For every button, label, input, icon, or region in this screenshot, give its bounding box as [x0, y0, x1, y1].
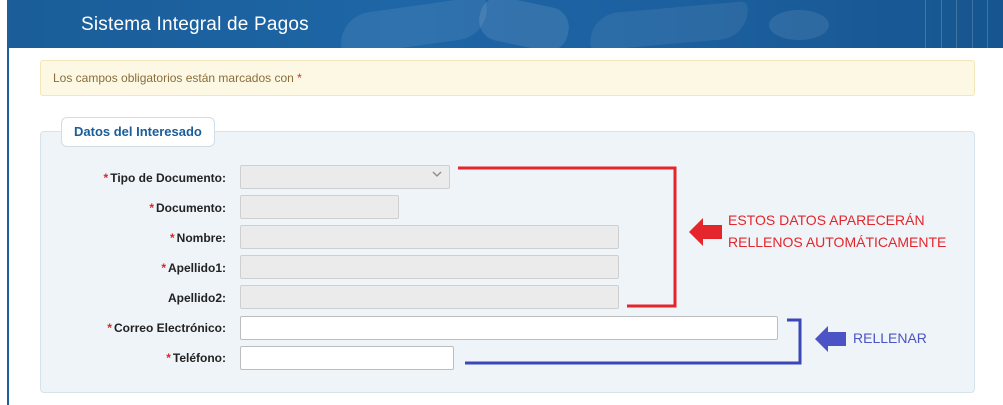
- fill-annotation: RELLENAR: [853, 330, 927, 346]
- auto-fill-annotation: ESTOS DATOS APARECERÁN RELLENOS AUTOMÁTI…: [728, 212, 947, 250]
- red-bracket: [458, 166, 677, 308]
- arrow-left-icon: [815, 326, 846, 352]
- arrow-left-icon: [689, 218, 722, 246]
- blue-bracket: [465, 318, 802, 365]
